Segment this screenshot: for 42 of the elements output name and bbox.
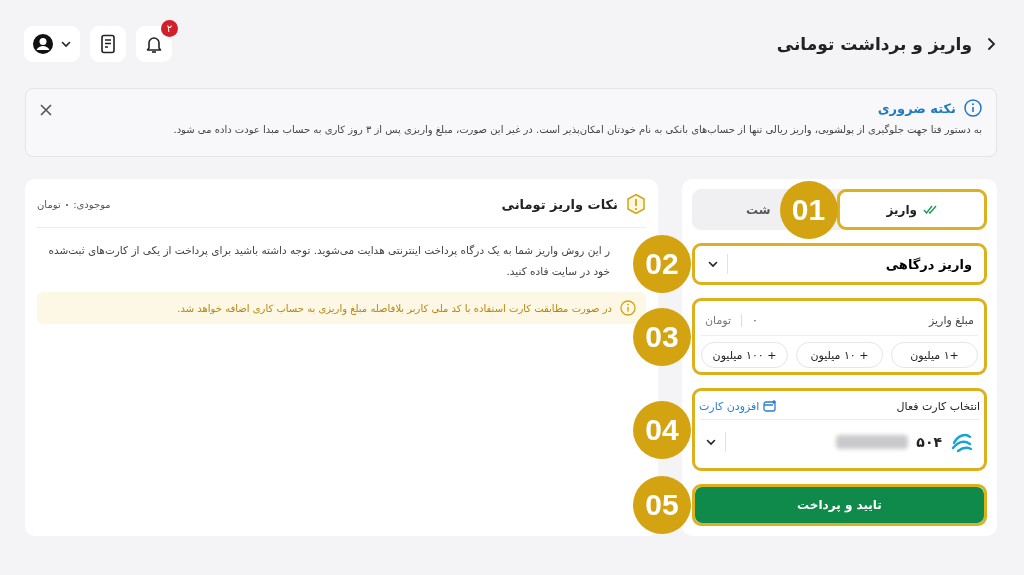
amount-value: ۰ (752, 313, 758, 327)
add-card-link[interactable]: افزودن کارت (699, 399, 778, 413)
note-text: در صورت مطابقت کارت استفاده با کد ملی کاربر بلافاصله مبلغ واریزی به حساب کاری اضافه خواهد شد. (177, 302, 612, 314)
card-dropdown[interactable]: ۵۰۴ (699, 420, 980, 464)
amount-preset-chip[interactable]: +۱ میلیون (891, 342, 978, 368)
double-check-icon (923, 205, 937, 214)
notice-text: به دستور فتا جهت جلوگیری از پولشویی، واریز ریالی تنها از حساب‌های بانکی به نام خودتان امکان‌پذیر است. در غیر این صورت، مبلغ واریزی پس از ۳ روز کاری به حساب مبدا عودت داده می شود. (173, 124, 982, 135)
balance-text: موجودی: ۰ تومان (37, 198, 111, 210)
tab[interactable]: شت (743, 197, 774, 222)
tab[interactable]: واریز (839, 192, 984, 227)
close-icon (40, 103, 52, 116)
step-badge: 03 (633, 307, 691, 366)
amount-preset-chip[interactable]: + ۱۰۰ میلیون (701, 342, 788, 368)
bank-logo-icon (950, 431, 974, 453)
receipt-button[interactable] (90, 26, 126, 62)
currency-unit: تومان (705, 313, 743, 327)
step-badge: 01 (779, 180, 838, 239)
profile-menu-button[interactable] (24, 26, 80, 62)
back-chevron-icon[interactable] (986, 37, 996, 51)
info-icon (620, 300, 636, 316)
step-badge: 04 (633, 400, 691, 459)
amount-label: مبلغ واریز (927, 313, 974, 327)
warning-icon (626, 193, 646, 215)
step-badge: 02 (633, 235, 691, 293)
method-dropdown[interactable]: واریز درگاهی (695, 246, 984, 282)
amount-preset-chip[interactable]: + ۱۰ میلیون (796, 342, 883, 368)
submit-button[interactable]: تایید و پرداخت (695, 487, 984, 523)
notification-badge: ۲ (161, 20, 178, 37)
amount-field[interactable]: مبلغ واریز ۰ تومان (701, 305, 978, 336)
user-avatar-icon (32, 33, 54, 55)
card-select-label: انتخاب کارت فعال (896, 399, 980, 413)
receipt-icon (99, 34, 117, 54)
tips-title: نکات واریز تومانی (501, 196, 618, 212)
tips-paragraph: ر این روش واریز شما به یک درگاه پرداخت اینترنتی هدایت می‌شوید. توجه داشته باشید برای پرداخت از یکی از کارت‌های ثبت‌شده خود در سایت فاده کنید. (47, 243, 610, 280)
notification-button[interactable] (136, 26, 172, 62)
card-plus-icon (763, 400, 778, 412)
card-number: ۵۰۴ (916, 434, 942, 450)
notice-title: نکته ضروری (877, 100, 956, 116)
page-title: واریز و برداشت تومانی (776, 34, 972, 54)
info-icon (964, 99, 982, 117)
step-badge: 05 (633, 476, 691, 534)
bell-icon (145, 34, 163, 54)
